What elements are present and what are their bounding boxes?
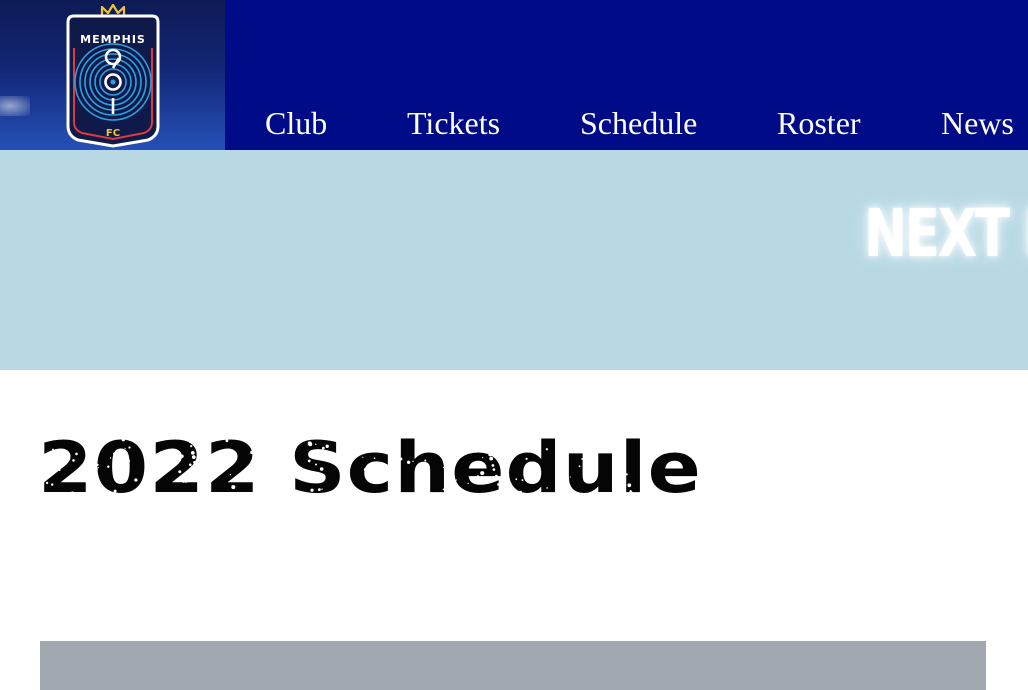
- logo-link[interactable]: MEMPHIS FC: [0, 0, 225, 150]
- hero-banner: NEXT H: [0, 150, 1028, 370]
- background-glow: [0, 96, 30, 116]
- main-nav: Club Tickets Schedule Roster News: [225, 96, 1028, 150]
- nav-item-roster[interactable]: Roster: [777, 103, 861, 143]
- schedule-panel: [40, 641, 986, 690]
- nav-item-tickets[interactable]: Tickets: [407, 103, 500, 143]
- hero-headline: NEXT H: [864, 195, 1028, 272]
- page: MEMPHIS FC Club Tickets Schedule Roster …: [0, 0, 1028, 690]
- page-title: 2022 Schedule: [38, 427, 702, 509]
- logo-text-top: MEMPHIS: [80, 33, 146, 46]
- site-header: MEMPHIS FC Club Tickets Schedule Roster …: [0, 0, 1028, 150]
- nav-item-news[interactable]: News: [941, 103, 1014, 143]
- logo-text-bottom: FC: [106, 128, 120, 139]
- nav-item-schedule[interactable]: Schedule: [580, 103, 697, 143]
- nav-item-club[interactable]: Club: [265, 103, 327, 143]
- club-crest-icon: MEMPHIS FC: [66, 3, 160, 148]
